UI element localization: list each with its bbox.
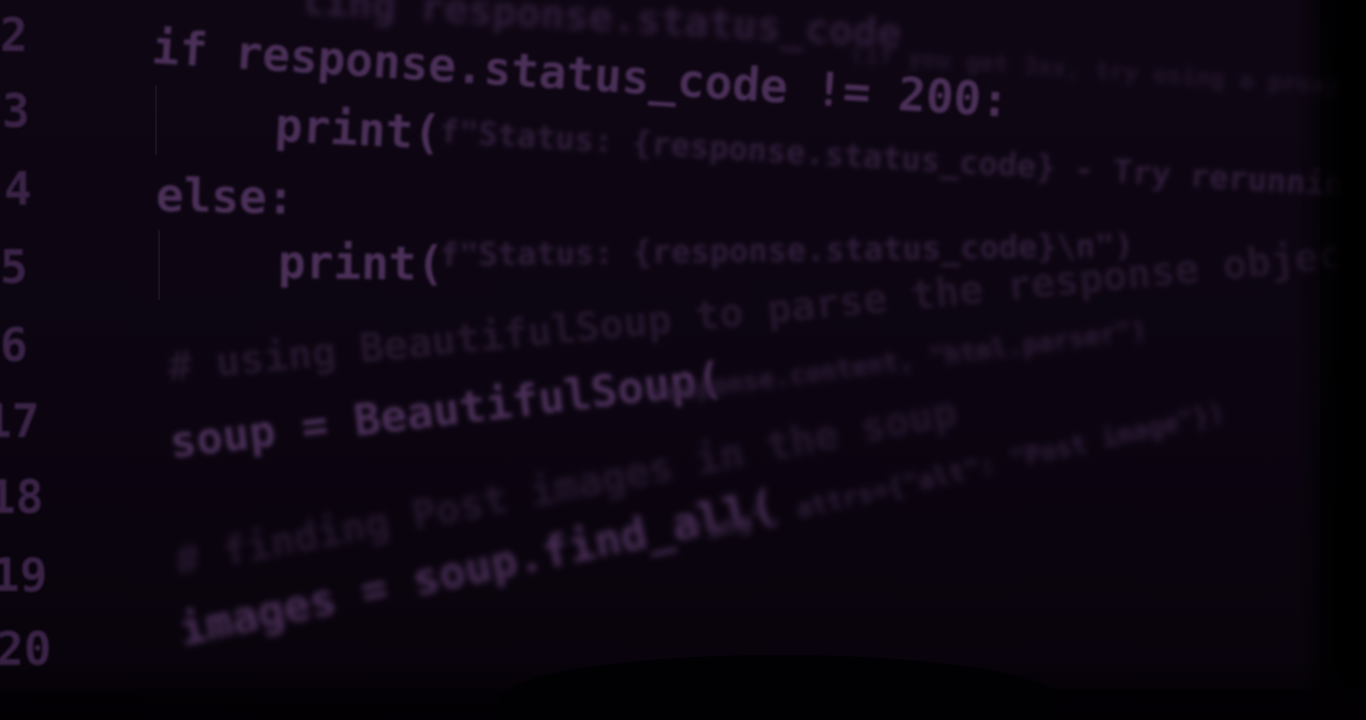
line-number: 17 — [0, 394, 40, 448]
line-number: 6 — [0, 318, 28, 372]
code-line: print( — [277, 235, 445, 291]
line-number: 18 — [0, 470, 44, 524]
indent-guide — [158, 230, 160, 300]
line-number: 3 — [2, 84, 30, 138]
photo-scene: 2 3 4 5 6 17 18 19 20 ling response.stat… — [0, 0, 1366, 720]
line-number: 4 — [4, 162, 32, 216]
code-line: f"Status: {response.status_code} - Try r… — [438, 112, 1365, 205]
code-line: else: — [155, 168, 296, 225]
line-number: 19 — [0, 548, 48, 602]
code-line: print( — [273, 98, 443, 161]
line-number: 2 — [0, 8, 28, 62]
line-number: 5 — [0, 240, 28, 294]
monitor-screen: 2 3 4 5 6 17 18 19 20 ling response.stat… — [0, 0, 1366, 690]
right-edge-shadow — [1296, 0, 1366, 720]
indent-guide — [155, 85, 157, 155]
